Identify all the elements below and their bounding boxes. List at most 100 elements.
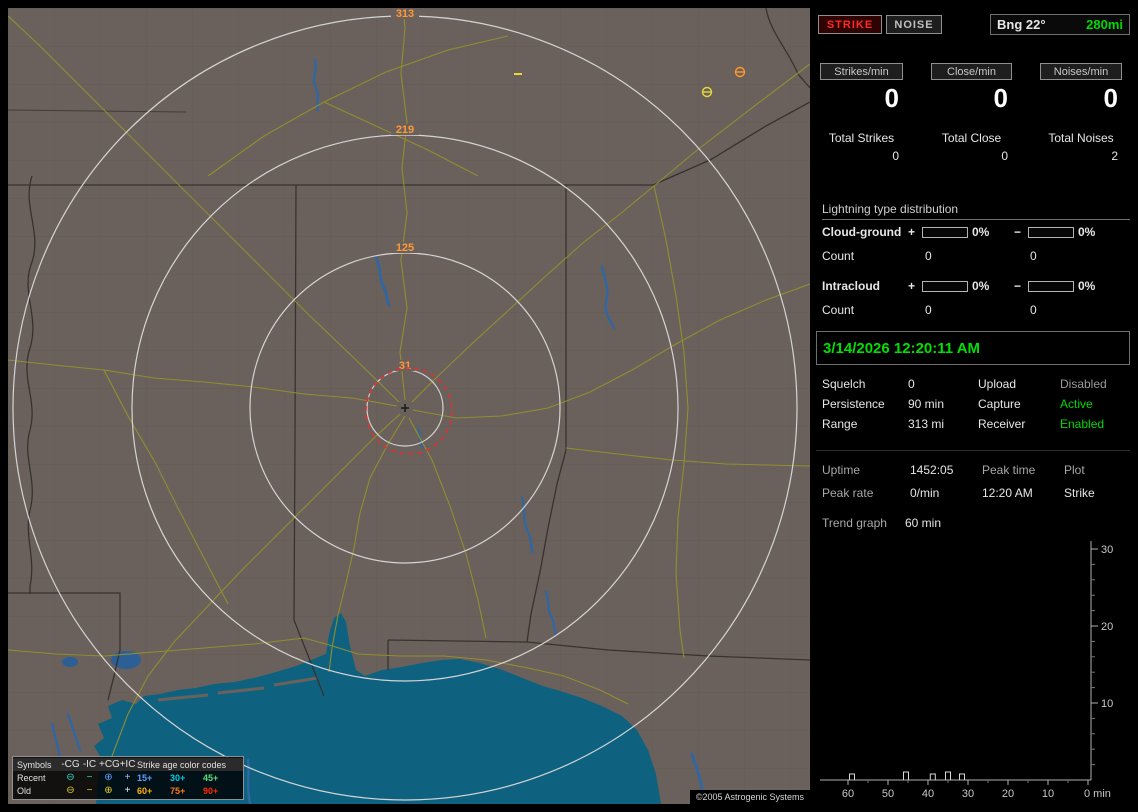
legend-old-row: Old ⊖ − ⊕ + 60+ 75+ 90+ (17, 784, 239, 797)
coastal-lake-small (62, 657, 78, 667)
close-rate-value: 0 (993, 83, 1008, 113)
close-per-min-button[interactable]: Close/min (931, 63, 1012, 80)
datetime-display: 3/14/2026 12:20:11 AM (816, 331, 1130, 365)
legend-age-header: Strike age color codes (137, 759, 227, 770)
ic-plus-bar (922, 281, 968, 292)
settings-row-1: Squelch 0 Upload Disabled (816, 377, 1138, 393)
legend-symbols-label: Symbols (17, 759, 52, 770)
range-label: Range (822, 417, 858, 431)
ring-label-125: 125 (396, 242, 414, 254)
strikes-per-min-button[interactable]: Strikes/min (820, 63, 903, 80)
recent-neg-cg-icon: ⊖ (66, 771, 75, 783)
strikes-rate-value: 0 (884, 83, 899, 113)
svg-text:10: 10 (1042, 788, 1054, 800)
legend-old-label: Old (17, 785, 32, 796)
noise-indicator[interactable]: NOISE (886, 15, 942, 34)
recent-pos-ic-icon: + (124, 771, 131, 783)
map-svg: 313 219 125 31 (8, 8, 810, 804)
legend-col-pos-ic: +IC (119, 758, 136, 770)
plot-value: Strike (1064, 486, 1095, 500)
distribution-title: Lightning type distribution (822, 202, 1130, 220)
cg-minus-pct: 0% (1078, 225, 1096, 239)
squelch-value: 0 (908, 377, 915, 391)
age-45: 45+ (203, 772, 219, 783)
ic-minus-count: 0 (1030, 303, 1037, 317)
ring-label-31: 31 (399, 360, 411, 372)
cg-plus-sign: + (908, 225, 916, 239)
age-90: 90+ (203, 785, 219, 796)
ic-plus-pct: 0% (972, 279, 990, 293)
intracloud-count-row: Count 0 0 (816, 303, 1138, 319)
strikes-column: Strikes/min 0 Total Strikes 0 (820, 63, 903, 175)
datetime-text: 3/14/2026 12:20:11 AM (823, 339, 981, 357)
ic-minus-pct: 0% (1078, 279, 1096, 293)
recent-pos-cg-icon: ⊕ (104, 771, 113, 783)
strike-indicator[interactable]: STRIKE (818, 15, 882, 34)
legend-header-row: Symbols -CG -IC +CG +IC Strike age color… (13, 758, 243, 771)
capture-label: Capture (978, 397, 1021, 411)
ring-label-313: 313 (396, 8, 414, 20)
svg-text:20: 20 (1101, 621, 1113, 633)
intracloud-row: Intracloud + 0% − 0% (816, 279, 1138, 295)
trend-window-value: 60 min (905, 516, 942, 530)
trend-graph-row: Trend graph 60 min (816, 516, 1138, 532)
cg-plus-bar (922, 227, 968, 238)
copyright-notice: ©2005 Astrogenic Systems (689, 790, 810, 804)
svg-text:60: 60 (842, 788, 854, 800)
legend-col-neg-cg: -CG (61, 758, 80, 770)
bearing-display: Bng 22° 280mi (990, 14, 1130, 35)
persistence-label: Persistence (822, 397, 885, 411)
svg-text:10: 10 (1101, 698, 1113, 710)
uptime-value: 1452:05 (910, 463, 954, 477)
cloud-ground-label: Cloud-ground (822, 225, 902, 239)
legend-recent-row: Recent ⊖ − ⊕ + 15+ 30+ 45+ (17, 771, 239, 784)
bearing-distance: 280mi (1086, 17, 1123, 32)
uptime-label: Uptime (822, 463, 861, 477)
map[interactable]: 313 219 125 31 Symbols -CG -IC +CG +IC S… (8, 8, 810, 804)
svg-text:20: 20 (1002, 788, 1014, 800)
age-30: 30+ (170, 772, 186, 783)
intracloud-label: Intracloud (822, 279, 881, 293)
cg-minus-bar (1028, 227, 1074, 238)
legend-recent-label: Recent (17, 772, 46, 783)
noises-column: Noises/min 0 Total Noises 2 (1040, 63, 1122, 175)
age-15: 15+ (137, 772, 153, 783)
upload-status: Disabled (1060, 377, 1107, 391)
total-close-value: 0 (1001, 149, 1008, 163)
noises-rate-value: 0 (1103, 83, 1118, 113)
total-noises-value: 2 (1111, 149, 1118, 163)
recent-neg-ic-icon: − (86, 771, 93, 783)
persistence-value: 90 min (908, 397, 945, 411)
ic-minus-bar (1028, 281, 1074, 292)
peak-rate-label: Peak rate (822, 486, 874, 500)
capture-status: Active (1060, 397, 1093, 411)
control-panel: STRIKE NOISE Bng 22° 280mi Strikes/min 0… (816, 0, 1138, 812)
old-neg-cg-icon: ⊖ (66, 784, 75, 796)
svg-text:40: 40 (922, 788, 934, 800)
old-pos-ic-icon: + (124, 784, 131, 796)
cg-minus-sign: − (1014, 225, 1022, 239)
cloud-ground-count-row: Count 0 0 (816, 249, 1138, 265)
ic-plus-sign: + (908, 279, 916, 293)
old-pos-cg-icon: ⊕ (104, 784, 113, 796)
old-neg-ic-icon: − (86, 784, 93, 796)
svg-text:50: 50 (882, 788, 894, 800)
plot-label: Plot (1064, 463, 1085, 477)
cloud-ground-row: Cloud-ground + 0% − 0% (816, 225, 1138, 241)
total-strikes-value: 0 (892, 149, 899, 163)
total-strikes-label: Total Strikes (828, 131, 895, 145)
age-75: 75+ (170, 785, 186, 796)
receiver-label: Receiver (978, 417, 1026, 431)
section-divider (816, 450, 1130, 451)
range-value: 313 mi (908, 417, 945, 431)
noises-per-min-button[interactable]: Noises/min (1040, 63, 1122, 80)
svg-text:30: 30 (962, 788, 974, 800)
peak-time-value: 12:20 AM (982, 486, 1033, 500)
receiver-status: Enabled (1060, 417, 1105, 431)
close-column: Close/min 0 Total Close 0 (931, 63, 1012, 175)
trend-graph: 30 20 10 60 50 40 30 20 10 0 min (820, 541, 1113, 800)
svg-text:0 min: 0 min (1084, 788, 1111, 800)
total-noises-label: Total Noises (1048, 131, 1114, 145)
squelch-label: Squelch (822, 377, 866, 391)
settings-row-3: Range 313 mi Receiver Enabled (816, 417, 1138, 433)
